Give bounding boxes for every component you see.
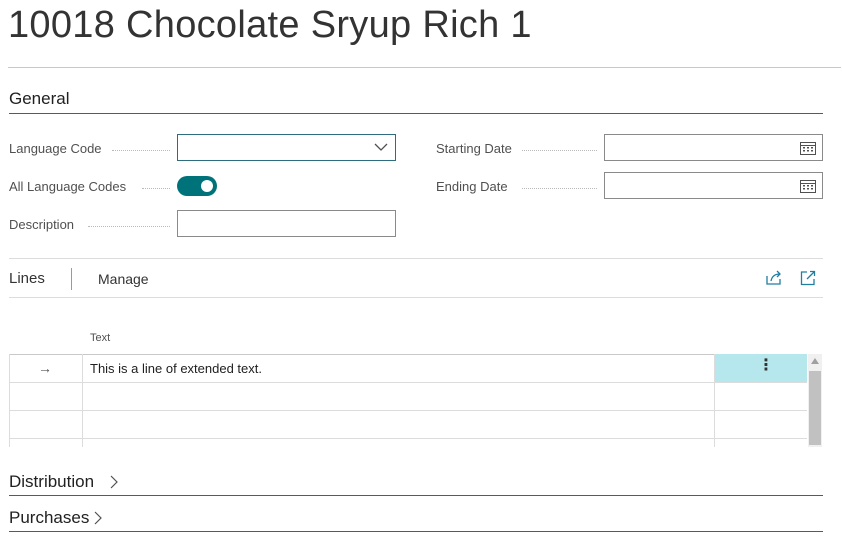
general-section-heading[interactable]: General <box>9 89 69 109</box>
chevron-right-icon[interactable] <box>110 475 118 489</box>
calendar-icon[interactable] <box>800 141 816 155</box>
page-title: 10018 Chocolate Sryup Rich 1 <box>8 4 532 46</box>
description-field[interactable] <box>177 210 396 237</box>
table-row[interactable]: → This is a line of extended text. ⋮ <box>9 354 807 383</box>
lines-grid: → This is a line of extended text. ⋮ <box>9 354 807 447</box>
row-menu-cell[interactable]: ⋮ <box>715 354 807 382</box>
distribution-section-heading[interactable]: Distribution <box>9 472 94 492</box>
text-cell[interactable] <box>83 410 715 438</box>
all-language-codes-toggle[interactable] <box>177 176 217 196</box>
leader-dots <box>142 188 170 190</box>
scrollbar-thumb[interactable] <box>809 371 821 445</box>
starting-date-field[interactable] <box>604 134 823 161</box>
share-icon[interactable] <box>765 270 783 286</box>
lines-bottom-divider <box>9 297 823 298</box>
title-divider <box>8 67 841 68</box>
leader-dots <box>112 150 170 152</box>
purchases-section-heading[interactable]: Purchases <box>9 508 89 528</box>
general-section-divider <box>9 113 823 114</box>
row-menu-cell <box>715 382 807 410</box>
manage-menu[interactable]: Manage <box>98 271 149 287</box>
text-cell[interactable] <box>83 382 715 410</box>
leader-dots <box>522 150 597 152</box>
description-label: Description <box>9 217 75 232</box>
more-options-icon[interactable]: ⋮ <box>758 358 774 374</box>
calendar-icon[interactable] <box>800 179 816 193</box>
row-indicator-cell: → <box>9 354 83 382</box>
lines-title[interactable]: Lines <box>9 270 45 287</box>
arrow-right-icon: → <box>38 360 52 376</box>
starting-date-label: Starting Date <box>436 141 512 156</box>
row-menu-cell <box>715 410 807 438</box>
text-column-header[interactable]: Text <box>90 332 110 344</box>
table-row[interactable] <box>9 410 807 439</box>
table-row[interactable] <box>9 382 807 411</box>
all-language-codes-label: All Language Codes <box>9 179 127 194</box>
table-row[interactable] <box>9 438 807 447</box>
row-indicator-cell <box>9 438 83 447</box>
leader-dots <box>88 226 170 228</box>
expand-icon[interactable] <box>800 270 816 286</box>
ending-date-field[interactable] <box>604 172 823 199</box>
row-indicator-cell <box>9 410 83 438</box>
language-code-dropdown[interactable] <box>177 134 396 161</box>
lines-separator <box>71 268 72 290</box>
ending-date-label: Ending Date <box>436 179 508 194</box>
text-cell[interactable]: This is a line of extended text. <box>83 354 715 382</box>
row-indicator-cell <box>9 382 83 410</box>
text-cell[interactable] <box>83 438 715 447</box>
chevron-right-icon[interactable] <box>94 511 102 525</box>
toggle-knob <box>201 180 213 192</box>
chevron-down-icon <box>374 143 388 151</box>
scroll-up-arrow-icon[interactable] <box>811 358 819 364</box>
language-code-label: Language Code <box>9 141 102 156</box>
leader-dots <box>522 188 597 190</box>
purchases-divider <box>9 531 823 532</box>
row-menu-cell <box>715 438 807 447</box>
distribution-divider <box>9 495 823 496</box>
lines-top-divider <box>9 258 823 259</box>
